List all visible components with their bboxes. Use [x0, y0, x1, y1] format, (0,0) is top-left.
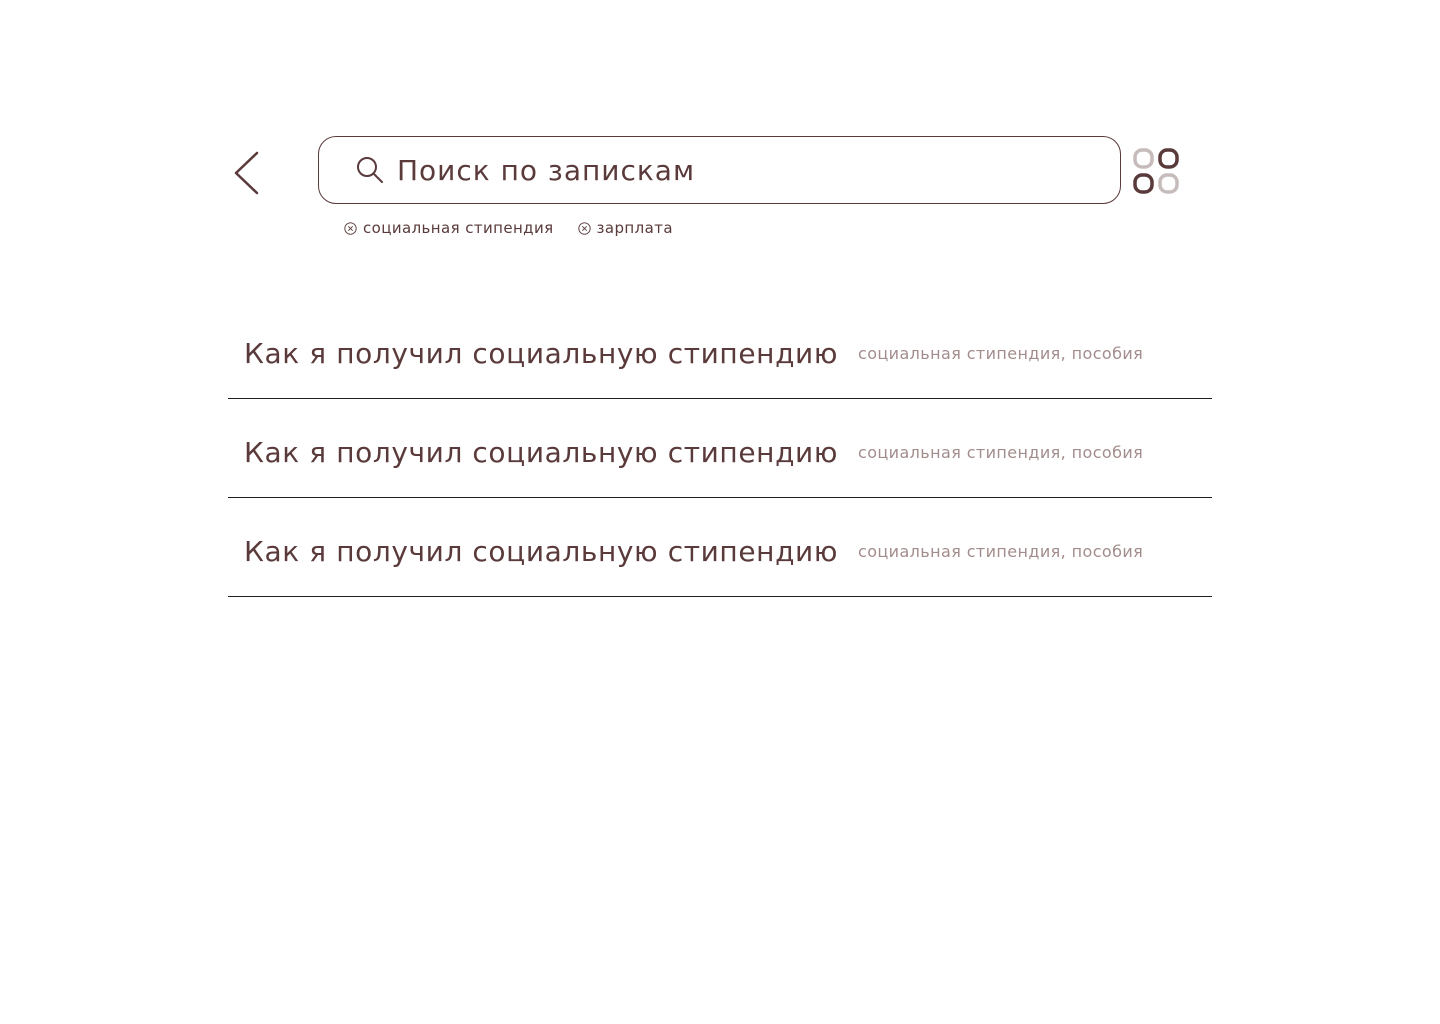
search-bar[interactable]	[318, 136, 1121, 204]
results-list: Как я получил социальную стипендию социа…	[228, 300, 1212, 597]
filter-chip[interactable]: зарплата	[577, 219, 673, 237]
chevron-left-icon	[234, 151, 259, 195]
note-title[interactable]: Как я получил социальную стипендию	[244, 535, 838, 568]
active-filters: социальная стипендия зарплата	[344, 219, 673, 237]
note-title[interactable]: Как я получил социальную стипендию	[244, 436, 838, 469]
note-tags: социальная стипендия, пособия	[858, 442, 1144, 462]
note-tags: социальная стипендия, пособия	[858, 343, 1144, 363]
search-input[interactable]	[395, 152, 1099, 188]
note-tags: социальная стипендия, пособия	[858, 541, 1144, 561]
list-item[interactable]: Как я получил социальную стипендию социа…	[228, 399, 1212, 498]
filter-chip-label: зарплата	[596, 219, 673, 237]
list-item[interactable]: Как я получил социальную стипендию социа…	[228, 498, 1212, 597]
grid-view-button[interactable]	[1133, 148, 1181, 196]
list-item[interactable]: Как я получил социальную стипендию социа…	[228, 300, 1212, 399]
back-button[interactable]	[228, 148, 264, 198]
close-circle-icon[interactable]	[344, 221, 357, 235]
note-title[interactable]: Как я получил социальную стипендию	[244, 337, 838, 370]
grid-icon	[1133, 148, 1179, 194]
close-circle-icon[interactable]	[577, 221, 591, 235]
search-icon	[355, 155, 385, 185]
filter-chip[interactable]: социальная стипендия	[344, 219, 554, 237]
notes-search-page: социальная стипендия зарплата Как я полу…	[0, 0, 1440, 1024]
filter-chip-label: социальная стипендия	[363, 219, 554, 237]
